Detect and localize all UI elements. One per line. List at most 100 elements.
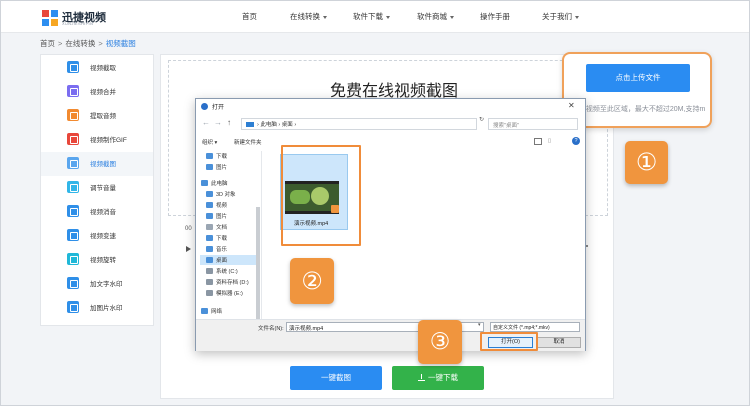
text-watermark-icon [67,277,79,289]
nav-about-us-label: 关于我们 [542,12,572,21]
back-arrow-icon[interactable]: ← [202,118,210,127]
computer-icon [246,122,254,127]
tree-item-documents[interactable]: 文档 [200,222,260,232]
tree-item-label: 网络 [211,309,223,315]
sidebar-item-video-rotate[interactable]: 视频旋转 [41,248,153,272]
chevron-down-icon [323,15,327,19]
organize-button[interactable]: 组织 ▾ [202,138,217,146]
download-button-label: 一键下载 [428,373,458,382]
tree-item-label: 资料存档 (D:) [216,280,249,286]
drive-icon [206,290,213,296]
path-desktop[interactable]: 桌面 [282,122,293,128]
time-label: 00 [185,226,192,232]
navigation-tree: 下载 图片 此电脑 3D 对象 视频 图片 文档 下载 音乐 桌面 系统 (C:… [196,151,262,319]
breadcrumb-home[interactable]: 首页 [40,39,55,48]
sidebar-item-video-merge[interactable]: 视频合并 [41,80,153,104]
tree-item-this-pc[interactable]: 此电脑 [200,178,260,188]
sidebar-item-text-watermark[interactable]: 加文字水印 [41,272,153,296]
tree-item-3d-objects[interactable]: 3D 对象 [200,189,260,199]
breadcrumb-online-convert[interactable]: 在线转换 [65,39,95,48]
tree-item-label: 3D 对象 [216,192,236,198]
upload-file-button[interactable]: 点击上传文件 [586,64,690,92]
top-navigation-bar: 迅捷视频 XUNJIESHIPIN 首页 在线转换 软件下载 软件商城 操作手册… [1,1,749,33]
sidebar-item-adjust-volume[interactable]: 调节音量 [41,176,153,200]
music-folder-icon [206,246,213,252]
sidebar-item-video-screenshot[interactable]: 视频截图 [41,152,153,176]
merge-icon [67,85,79,97]
search-box[interactable]: 搜索"桌面" [488,118,578,130]
tree-item-downloads[interactable]: 下载 [200,151,260,161]
capture-button[interactable]: 一键截图 [290,366,382,390]
sidebar-item-label: 提取音频 [90,113,116,120]
up-arrow-icon[interactable]: ↑ [227,118,231,127]
preview-pane-icon[interactable]: ▯ [548,138,551,144]
tool-sidebar: 视频截取 视频合并 提取音频 视频制作GIF 视频截图 调节音量 视频消音 视频… [40,54,154,326]
file-type-select[interactable]: 自定义文件 (*.mp4;*.mkv) [490,322,580,332]
nav-software-store[interactable]: 软件商城 [417,1,454,33]
breadcrumb-current: 视频截图 [105,39,136,48]
sidebar-item-video-crop[interactable]: 视频截取 [41,56,153,80]
sidebar-item-label: 视频截图 [90,161,116,168]
sidebar-item-image-watermark[interactable]: 加图片水印 [41,296,153,320]
nav-manual[interactable]: 操作手册 [480,1,510,33]
tree-item-videos[interactable]: 视频 [200,200,260,210]
crop-icon [67,61,79,73]
mute-icon [67,205,79,217]
tree-item-drive-e[interactable]: 模拟器 (E:) [200,288,260,298]
refresh-icon[interactable]: ↻ [479,116,484,123]
computer-icon [201,180,208,186]
pictures-folder-icon [206,213,213,219]
download-button[interactable]: 一键下载 [392,366,484,390]
dialog-titlebar: 打开 ✕ [196,99,585,114]
tree-item-desktop[interactable]: 桌面 [200,255,260,265]
sidebar-item-label: 调节音量 [90,185,116,192]
tree-item-label: 此电脑 [211,181,228,187]
tree-item-label: 视频 [216,203,228,209]
sidebar-item-video-speed[interactable]: 视频变速 [41,224,153,248]
sidebar-item-label: 加文字水印 [90,281,123,288]
sidebar-item-label: 视频变速 [90,233,116,240]
speed-icon [67,229,79,241]
open-highlight-box [480,332,538,351]
dialog-title: 打开 [212,105,225,111]
cancel-button[interactable]: 取消 [537,337,581,348]
tree-item-music[interactable]: 音乐 [200,244,260,254]
tree-item-drive-c[interactable]: 系统 (C:) [200,266,260,276]
step-2-marker: ② [290,258,334,304]
drive-icon [206,268,213,274]
nav-home[interactable]: 首页 [242,1,257,33]
site-logo[interactable]: 迅捷视频 XUNJIESHIPIN [41,7,109,29]
nav-about-us[interactable]: 关于我们 [542,1,579,33]
tree-item-pictures-2[interactable]: 图片 [200,211,260,221]
sidebar-item-video-gif[interactable]: 视频制作GIF [41,128,153,152]
sidebar-item-extract-audio[interactable]: 提取音频 [41,104,153,128]
tree-scrollbar[interactable] [256,207,260,319]
tree-item-network[interactable]: 网络 [200,306,260,316]
address-path: › 此电脑 › 桌面 › [257,122,297,128]
breadcrumb: 首页 > 在线转换 > 视频截图 [40,38,136,49]
tree-item-drive-d[interactable]: 资料存档 (D:) [200,277,260,287]
tree-item-pictures[interactable]: 图片 [200,162,260,172]
nav-online-convert[interactable]: 在线转换 [290,1,327,33]
view-mode-icon[interactable] [534,138,542,145]
nav-software-download[interactable]: 软件下载 [353,1,390,33]
screenshot-icon [67,157,79,169]
path-this-pc[interactable]: 此电脑 [260,122,277,128]
download-folder-icon [206,235,213,241]
nav-software-store-label: 软件商城 [417,12,447,21]
chevron-down-icon [386,15,390,19]
chevron-down-icon[interactable]: ▾ [478,322,481,328]
step-1-marker: ① [625,141,668,184]
address-bar[interactable]: › 此电脑 › 桌面 › [241,118,477,130]
tree-item-label: 音乐 [216,247,228,253]
play-icon[interactable] [186,246,191,252]
close-icon[interactable]: ✕ [568,101,575,110]
gif-icon [67,133,79,145]
forward-arrow-icon[interactable]: → [214,118,222,127]
help-icon[interactable]: ? [572,137,580,145]
new-folder-button[interactable]: 新建文件夹 [234,138,262,146]
sidebar-item-mute-video[interactable]: 视频消音 [41,200,153,224]
tree-item-label: 文档 [216,225,228,231]
chevron-down-icon [450,15,454,19]
tree-item-downloads-2[interactable]: 下载 [200,233,260,243]
